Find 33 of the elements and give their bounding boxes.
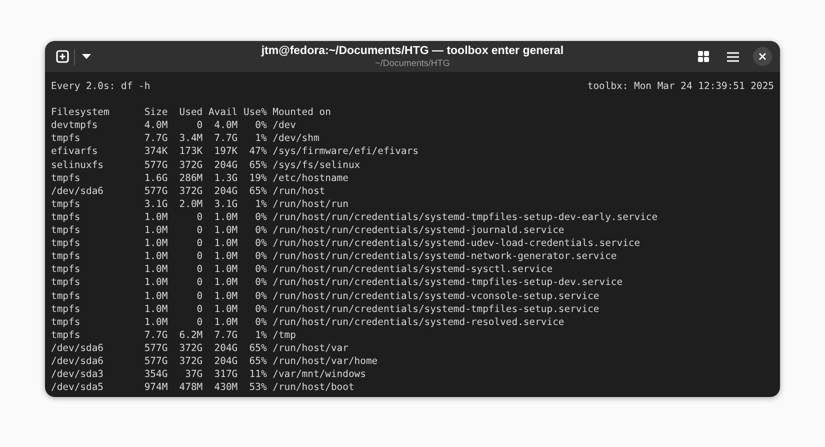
caret-icon — [82, 54, 90, 59]
output-line: tmpfs 1.0M 0 1.0M 0% /run/host/run/credentials/systemd-tmpfiles-setup.service — [51, 302, 600, 316]
close-icon — [759, 53, 766, 60]
window-subtitle: ~/Documents/HTG — [375, 58, 450, 70]
output-line: tmpfs 7.7G 6.2M 7.7G 1% /tmp — [51, 328, 296, 342]
output-line: tmpfs 1.0M 0 1.0M 0% /run/host/run/credentials/systemd-journald.service — [51, 224, 564, 238]
output-line: devtmpfs 4.0M 0 4.0M 0% /dev — [51, 119, 296, 132]
grid-icon — [698, 51, 708, 62]
output-line: tmpfs 1.6G 286M 1.3G 19% /etc/hostname — [51, 172, 348, 185]
output-line: efivarfs 374K 173K 197K 47% /sys/firmware/efi/efivars — [51, 145, 418, 159]
timestamp: toolbx: Mon Mar 24 12:39:51 2025 — [587, 80, 774, 94]
output-line: tmpfs 1.0M 0 1.0M 0% /run/host/run/credentials/systemd-tmpfiles-setup-dev.service — [51, 276, 623, 290]
output-line: selinuxfs 577G 372G 204G 65% /sys/fs/selinux — [51, 158, 360, 172]
output-line: /dev/sda3 354G 37G 317G 11% /var/mnt/windows — [51, 368, 366, 382]
watch-command: Every 2.0s: df -h — [51, 80, 150, 94]
output-line: tmpfs 1.0M 0 1.0M 0% /run/host/run/credentials/systemd-resolved.service — [51, 316, 564, 329]
output-line: Filesystem Size Used Avail Use% Mounted on — [51, 106, 331, 120]
output-line: /dev/sda6 577G 372G 204G 65% /run/host/var/home — [51, 354, 378, 368]
output-line: tmpfs 7.7G 3.4M 7.7G 1% /dev/shm — [51, 132, 320, 146]
output-line: /dev/sda6 577G 372G 204G 65% /run/host — [51, 184, 326, 198]
menu-icon — [727, 52, 739, 62]
window-title: jtm@fedora:~/Documents/HTG — toolbox enter general — [261, 44, 564, 58]
new-tab-button[interactable] — [53, 48, 71, 66]
output-line: tmpfs 3.1G 2.0M 3.1G 1% /run/host/run — [51, 198, 348, 211]
output-line: tmpfs 1.0M 0 1.0M 0% /run/host/run/credentials/systemd-tmpfiles-setup-dev-early.service — [51, 210, 658, 224]
output-line: tmpfs 1.0M 0 1.0M 0% /run/host/run/credentials/systemd-sysctl.service — [51, 263, 553, 276]
output-line: /dev/sda5 974M 478M 430M 53% /run/host/boot — [51, 381, 354, 394]
output-line: tmpfs 1.0M 0 1.0M 0% /run/host/run/credentials/systemd-network-generator.service — [51, 250, 617, 264]
plus-box-icon — [56, 50, 68, 63]
close-button[interactable] — [753, 47, 772, 66]
output-line: tmpfs 1.0M 0 1.0M 0% /run/host/run/credentials/systemd-vconsole-setup.service — [51, 290, 600, 303]
output-line: tmpfs 1.0M 0 1.0M 0% /run/host/run/credentials/systemd-udev-load-credentials.service — [51, 237, 640, 250]
output-line: /dev/sda6 577G 372G 204G 65% /run/host/var — [51, 342, 348, 355]
